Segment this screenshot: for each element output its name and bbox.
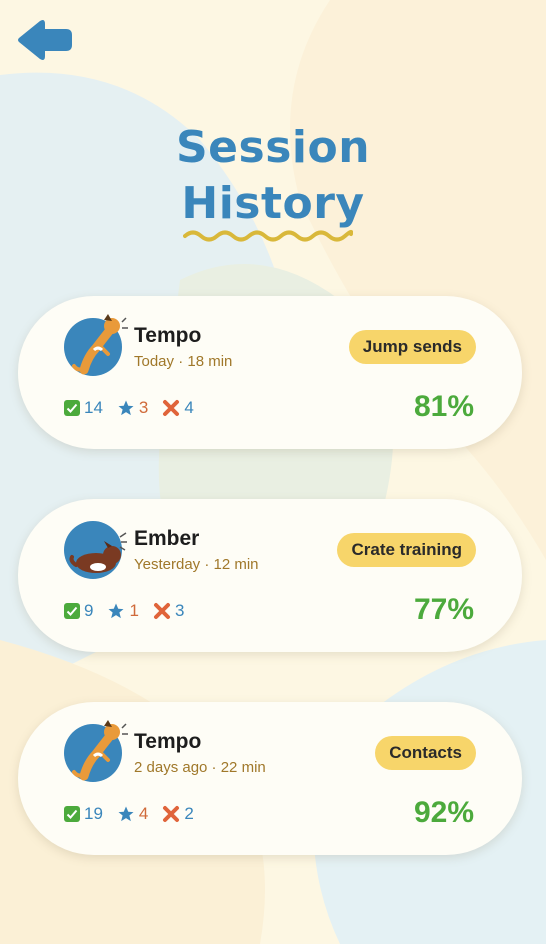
star-count: 1 xyxy=(129,601,139,620)
session-meta: 2 days ago · 22 min xyxy=(134,759,266,776)
success-count: 14 xyxy=(84,398,103,417)
back-arrow-icon xyxy=(18,20,72,60)
session-card[interactable]: Tempo 2 days ago · 22 min Contacts 19 4 … xyxy=(18,702,522,855)
miss-count: 3 xyxy=(174,601,185,620)
miss-stat: 2 xyxy=(162,804,194,824)
star-stat: 1 xyxy=(107,601,139,621)
success-percent: 92% xyxy=(413,796,474,829)
star-count: 4 xyxy=(138,804,149,823)
dog-name: Tempo xyxy=(134,324,202,347)
success-stat: 14 xyxy=(64,398,103,418)
session-stats: 19 4 2 xyxy=(64,804,208,824)
dog-avatar xyxy=(64,314,128,376)
success-percent: 81% xyxy=(413,390,474,423)
back-button[interactable] xyxy=(16,18,74,62)
miss-stat: 3 xyxy=(153,601,184,621)
star-count: 3 xyxy=(138,398,149,417)
star-stat: 4 xyxy=(117,804,148,824)
dog-avatar xyxy=(64,720,128,782)
success-count: 19 xyxy=(84,804,103,823)
session-meta: Today · 18 min xyxy=(134,353,233,370)
star-icon xyxy=(108,603,124,619)
star-icon xyxy=(118,400,134,416)
check-box-icon xyxy=(64,603,80,619)
cross-icon xyxy=(163,400,180,416)
session-meta: Yesterday · 12 min xyxy=(134,556,259,573)
session-stats: 14 3 4 xyxy=(64,398,208,418)
jumping-dog-icon xyxy=(72,314,128,375)
session-stats: 9 1 3 xyxy=(64,601,198,621)
dog-name: Ember xyxy=(134,527,200,550)
cross-icon xyxy=(163,806,180,822)
miss-count: 2 xyxy=(184,804,194,823)
success-count: 9 xyxy=(84,601,94,620)
page-title-line1: Session xyxy=(175,122,371,173)
dog-avatar xyxy=(64,521,127,579)
session-card[interactable]: Ember Yesterday · 12 min Crate training … xyxy=(18,499,522,652)
title-underline-squiggle xyxy=(183,229,353,242)
star-icon xyxy=(118,806,134,822)
session-tag[interactable]: Jump sends xyxy=(348,330,476,364)
lying-dog-icon xyxy=(69,532,127,573)
page-title: Session History xyxy=(0,120,546,232)
success-percent: 77% xyxy=(413,593,474,626)
miss-count: 4 xyxy=(184,398,194,417)
session-tag[interactable]: Contacts xyxy=(375,736,476,770)
check-box-icon xyxy=(64,806,80,822)
session-tag[interactable]: Crate training xyxy=(337,533,476,567)
cross-icon xyxy=(153,603,170,619)
check-box-icon xyxy=(64,400,80,416)
session-card[interactable]: Tempo Today · 18 min Jump sends 14 3 4 8… xyxy=(18,296,522,449)
star-stat: 3 xyxy=(117,398,148,418)
page-title-line2: History xyxy=(181,178,365,229)
success-stat: 19 xyxy=(64,804,103,824)
miss-stat: 4 xyxy=(162,398,194,418)
jumping-dog-icon xyxy=(72,720,128,781)
success-stat: 9 xyxy=(64,601,93,621)
dog-name: Tempo xyxy=(134,730,202,753)
